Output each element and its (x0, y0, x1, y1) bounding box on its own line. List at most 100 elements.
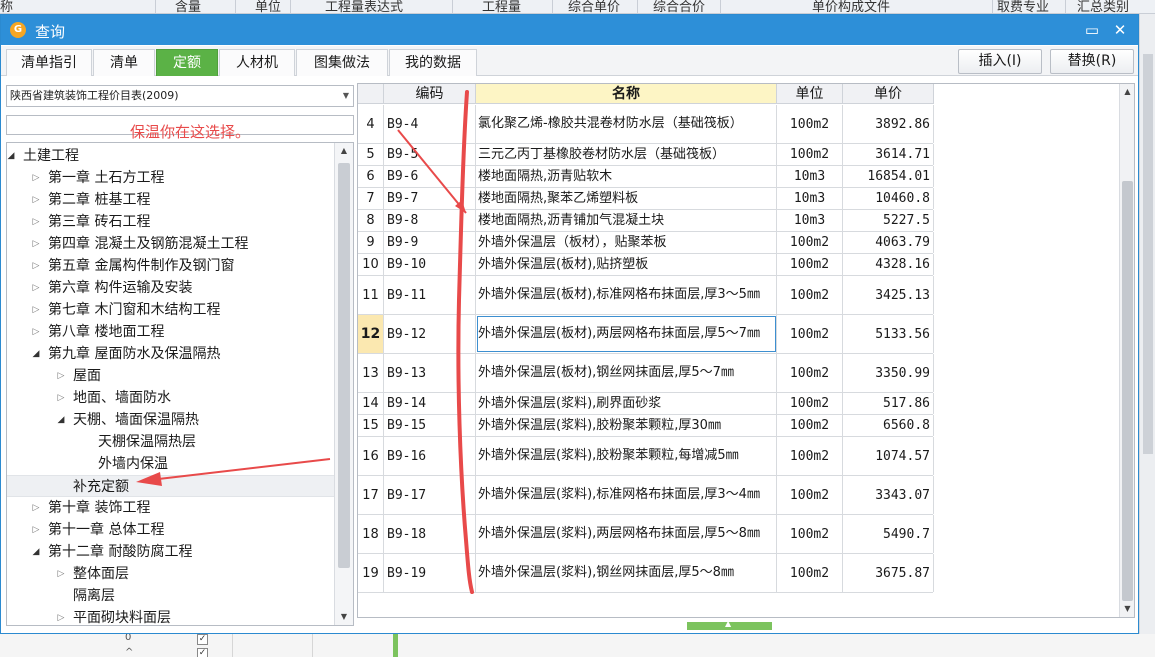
collapsed-triangle-icon[interactable]: ▷ (30, 497, 42, 519)
row-number[interactable]: 11 (358, 276, 384, 314)
table-row[interactable]: 14 B9-14 外墙外保温层(浆料),刷界面砂浆 100m2 517.86 (358, 393, 934, 415)
quota-code-cell[interactable]: B9-5 (384, 144, 476, 165)
tab-bill[interactable]: 清单 (93, 49, 155, 76)
unit-price-cell[interactable]: 4063.79 (843, 232, 934, 253)
quota-name-cell[interactable]: 外墙外保温层(浆料),钢丝网抹面层,厚5～8㎜ (476, 554, 777, 592)
tree-node[interactable]: ▷ 第四章 混凝土及钢筋混凝土工程 (7, 233, 334, 255)
table-row[interactable]: 19 B9-19 外墙外保温层(浆料),钢丝网抹面层,厚5～8㎜ 100m2 3675.… (358, 554, 934, 593)
tree-node[interactable]: 隔离层 (7, 585, 334, 607)
tree-node[interactable]: 补充定额 (7, 475, 334, 497)
collapsed-triangle-icon[interactable]: ▷ (30, 255, 42, 277)
unit-price-cell[interactable]: 3343.07 (843, 476, 934, 514)
row-number[interactable]: 14 (358, 393, 384, 414)
tree-node[interactable]: ◢ 第十二章 耐酸防腐工程 (7, 541, 334, 563)
quota-code-cell[interactable]: B9-16 (384, 437, 476, 475)
tree-node[interactable]: ▷ 第三章 砖石工程 (7, 211, 334, 233)
unit-price-cell[interactable]: 5227.5 (843, 210, 934, 231)
unit-cell[interactable]: 100m2 (777, 276, 843, 314)
row-number[interactable]: 19 (358, 554, 384, 592)
row-number[interactable]: 18 (358, 515, 384, 553)
background-checkbox[interactable]: ✓ (197, 634, 208, 645)
row-number[interactable]: 8 (358, 210, 384, 231)
grid-scroll-thumb[interactable] (1122, 181, 1133, 601)
tree-node[interactable]: ▷ 第十一章 总体工程 (7, 519, 334, 541)
unit-cell[interactable]: 100m2 (777, 415, 843, 436)
unit-price-cell[interactable]: 3675.87 (843, 554, 934, 592)
tree-node[interactable]: ▷ 第六章 构件运输及安装 (7, 277, 334, 299)
tree-node[interactable]: ◢ 天棚、墙面保温隔热 (7, 409, 334, 431)
tab-my-data[interactable]: 我的数据 (389, 49, 477, 76)
tab-labor-material-machine[interactable]: 人材机 (219, 49, 295, 76)
quota-name-cell[interactable]: 三元乙丙丁基橡胶卷材防水层（基础筏板） (476, 144, 777, 165)
chevron-down-icon[interactable]: ▼ (343, 86, 349, 106)
table-row[interactable]: 9 B9-9 外墙外保温层（板材），贴聚苯板 100m2 4063.79 (358, 232, 934, 254)
collapsed-triangle-icon[interactable]: ▷ (55, 365, 67, 387)
table-row[interactable]: 11 B9-11 外墙外保温层(板材),标准网格布抹面层,厚3～5㎜ 100m2 342… (358, 276, 934, 315)
unit-cell[interactable]: 100m2 (777, 354, 843, 392)
table-row[interactable]: 17 B9-17 外墙外保温层(浆料),标准网格布抹面层,厚3～4㎜ 100m2 334… (358, 476, 934, 515)
row-number[interactable]: 6 (358, 166, 384, 187)
unit-price-cell[interactable]: 3425.13 (843, 276, 934, 314)
unit-price-cell[interactable]: 10460.8 (843, 188, 934, 209)
quota-library-select[interactable]: 陕西省建筑装饰工程价目表(2009) ▼ (6, 85, 354, 107)
quota-code-cell[interactable]: B9-15 (384, 415, 476, 436)
row-number[interactable]: 10 (358, 254, 384, 275)
background-checkbox[interactable]: ✓ (197, 648, 208, 657)
row-number[interactable]: 16 (358, 437, 384, 475)
dialog-titlebar[interactable]: G 查询 ▭ ✕ (1, 15, 1138, 45)
quota-name-cell[interactable]: 楼地面隔热,沥青铺加气混凝土块 (476, 210, 777, 231)
quota-code-cell[interactable]: B9-8 (384, 210, 476, 231)
row-number[interactable]: 17 (358, 476, 384, 514)
table-row[interactable]: 5 B9-5 三元乙丙丁基橡胶卷材防水层（基础筏板） 100m2 3614.71 (358, 144, 934, 166)
tree-node[interactable]: ▷ 第十章 装饰工程 (7, 497, 334, 519)
quota-name-cell[interactable]: 氯化聚乙烯-橡胶共混卷材防水层（基础筏板） (476, 105, 777, 143)
row-number[interactable]: 5 (358, 144, 384, 165)
scroll-down-icon[interactable]: ▼ (335, 609, 353, 625)
quota-code-cell[interactable]: B9-14 (384, 393, 476, 414)
collapsed-triangle-icon[interactable]: ▷ (55, 607, 67, 625)
collapsed-triangle-icon[interactable]: ▷ (30, 233, 42, 255)
unit-cell[interactable]: 100m2 (777, 515, 843, 553)
expanded-triangle-icon[interactable]: ◢ (30, 343, 42, 365)
table-row[interactable]: 13 B9-13 外墙外保温层(板材),钢丝网抹面层,厚5～7㎜ 100m2 3350.… (358, 354, 934, 393)
unit-cell[interactable]: 10m3 (777, 188, 843, 209)
unit-price-cell[interactable]: 517.86 (843, 393, 934, 414)
row-number[interactable]: 13 (358, 354, 384, 392)
table-row[interactable]: 16 B9-16 外墙外保温层(浆料),胶粉聚苯颗粒,每增减5㎜ 100m2 1074.… (358, 437, 934, 476)
quota-name-cell[interactable]: 外墙外保温层(板材),两层网格布抹面层,厚5～7㎜ (476, 315, 777, 353)
table-row[interactable]: 7 B9-7 楼地面隔热,聚苯乙烯塑料板 10m3 10460.8 (358, 188, 934, 210)
close-icon[interactable]: ✕ (1110, 20, 1130, 40)
tree-scrollbar[interactable]: ▲ ▼ (334, 143, 353, 625)
collapsed-triangle-icon[interactable]: ▷ (55, 563, 67, 585)
tab-quota[interactable]: 定额 (156, 49, 218, 76)
collapsed-triangle-icon[interactable]: ▷ (30, 167, 42, 189)
tree-node[interactable]: ▷ 第二章 桩基工程 (7, 189, 334, 211)
insert-button[interactable]: 插入(I) (958, 49, 1042, 74)
quota-code-cell[interactable]: B9-12 (384, 315, 476, 353)
tree-node[interactable]: ▷ 第一章 土石方工程 (7, 167, 334, 189)
scroll-down-icon[interactable]: ▼ (1120, 601, 1134, 617)
tree-node[interactable]: ▷ 平面砌块料面层 (7, 607, 334, 625)
tree-node[interactable]: ▷ 第五章 金属构件制作及钢门窗 (7, 255, 334, 277)
quota-code-cell[interactable]: B9-19 (384, 554, 476, 592)
collapsed-triangle-icon[interactable]: ▷ (30, 189, 42, 211)
unit-cell[interactable]: 10m3 (777, 210, 843, 231)
quota-code-cell[interactable]: B9-7 (384, 188, 476, 209)
quota-name-cell[interactable]: 楼地面隔热,聚苯乙烯塑料板 (476, 188, 777, 209)
row-number[interactable]: 4 (358, 105, 384, 143)
unit-price-cell[interactable]: 3614.71 (843, 144, 934, 165)
unit-cell[interactable]: 100m2 (777, 437, 843, 475)
quota-name-cell[interactable]: 外墙外保温层(板材),钢丝网抹面层,厚5～7㎜ (476, 354, 777, 392)
unit-cell[interactable]: 100m2 (777, 232, 843, 253)
quota-name-cell[interactable]: 外墙外保温层(浆料),胶粉聚苯颗粒,每增减5㎜ (476, 437, 777, 475)
unit-price-cell[interactable]: 1074.57 (843, 437, 934, 475)
tree-node[interactable]: ▷ 第八章 楼地面工程 (7, 321, 334, 343)
unit-price-cell[interactable]: 5133.56 (843, 315, 934, 353)
quota-name-cell[interactable]: 外墙外保温层(浆料),胶粉聚苯颗粒,厚30㎜ (476, 415, 777, 436)
quota-code-cell[interactable]: B9-10 (384, 254, 476, 275)
tab-bill-guide[interactable]: 清单指引 (6, 49, 92, 76)
table-row[interactable]: 8 B9-8 楼地面隔热,沥青铺加气混凝土块 10m3 5227.5 (358, 210, 934, 232)
collapsed-triangle-icon[interactable]: ▷ (55, 387, 67, 409)
code-column-header[interactable]: 编码 (384, 84, 476, 104)
expanded-triangle-icon[interactable]: ◢ (7, 145, 17, 167)
